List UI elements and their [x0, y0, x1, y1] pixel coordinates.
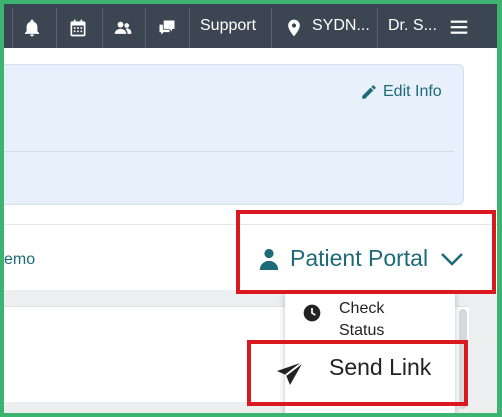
person-icon	[258, 247, 290, 271]
patient-info-panel: Edit Info	[4, 64, 464, 205]
nav-divider	[12, 8, 13, 48]
panel-divider	[4, 151, 454, 152]
edit-info-link[interactable]: Edit Info	[360, 83, 442, 101]
edit-info-label: Edit Info	[383, 83, 442, 100]
portal-action-bar: emo Patient Portal	[4, 224, 497, 291]
clock-icon	[302, 303, 322, 323]
support-label: Support	[200, 17, 257, 34]
send-link-label: Send Link	[329, 354, 432, 380]
location-pin-icon	[284, 18, 304, 38]
patient-portal-dropdown-toggle[interactable]: Patient Portal	[258, 245, 464, 272]
app-frame: Support SYDN... Dr. S... Edit Info emo P…	[4, 4, 497, 413]
nav-divider	[56, 8, 57, 48]
pencil-icon	[360, 83, 378, 101]
nav-divider	[102, 8, 103, 48]
memo-link[interactable]: emo	[4, 251, 35, 269]
calendar-icon[interactable]	[68, 18, 88, 38]
patient-portal-label: Patient Portal	[290, 245, 429, 271]
location-selector[interactable]: SYDN...	[272, 8, 376, 48]
scrollbar[interactable]	[459, 309, 467, 409]
people-icon[interactable]	[113, 18, 133, 38]
patient-portal-menu: Check Status Send Link	[277, 292, 455, 413]
location-label: SYDN...	[312, 17, 370, 34]
nav-divider	[145, 8, 146, 48]
hamburger-menu-icon[interactable]	[448, 16, 470, 38]
chevron-down-icon	[428, 251, 464, 267]
paper-plane-icon	[275, 360, 305, 388]
user-menu[interactable]: Dr. S...	[378, 8, 444, 48]
user-name-label: Dr. S...	[388, 17, 437, 34]
top-nav-bar: Support SYDN... Dr. S...	[4, 4, 497, 48]
menu-item-send-link[interactable]: Send Link	[277, 352, 455, 402]
check-status-label: Check Status	[339, 300, 385, 339]
support-link[interactable]: Support	[190, 8, 270, 48]
chat-icon[interactable]	[157, 18, 177, 38]
bell-icon[interactable]	[22, 18, 42, 38]
